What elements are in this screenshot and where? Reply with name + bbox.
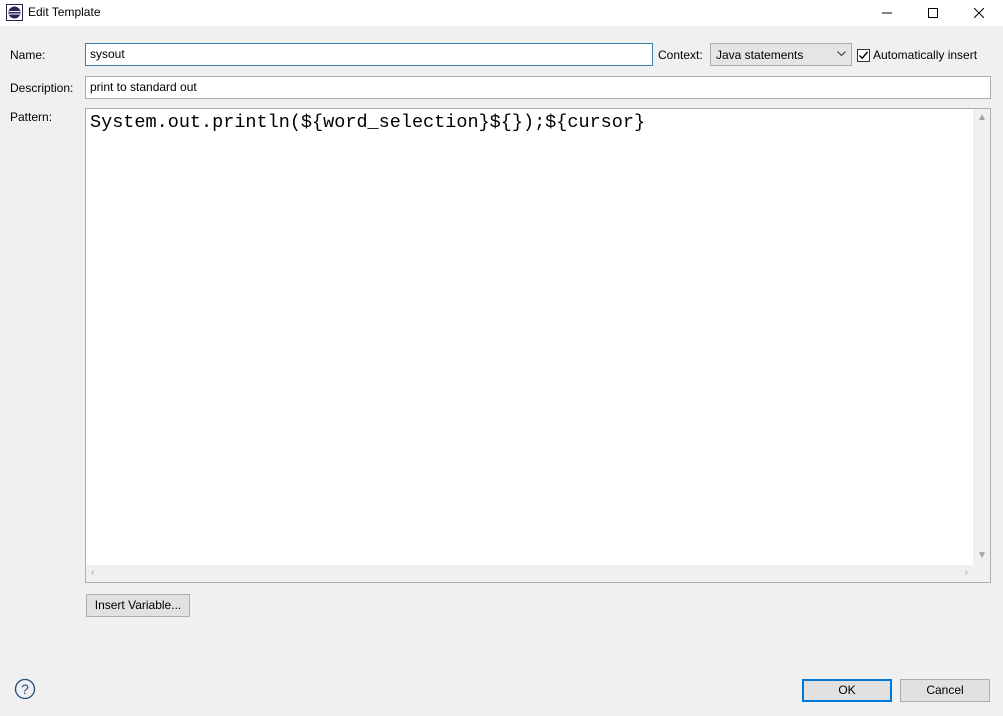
horizontal-scrollbar[interactable]: ‹ › [86,565,973,582]
context-select-value: Java statements [716,48,804,62]
scroll-down-icon[interactable]: ▼ [977,551,987,561]
pattern-editor[interactable]: System.out.println(${word_selection}${})… [85,108,991,583]
close-icon [974,8,984,18]
name-input[interactable]: sysout [85,43,653,66]
context-select[interactable]: Java statements [710,43,852,66]
chevron-down-icon [837,51,846,57]
name-label: Name: [10,48,46,62]
auto-insert-label[interactable]: Automatically insert [873,48,977,62]
minimize-icon [882,12,892,14]
close-button[interactable] [956,0,1002,26]
scroll-up-icon[interactable]: ▲ [977,113,987,123]
context-label: Context: [658,48,703,62]
svg-text:?: ? [21,681,29,697]
ok-button[interactable]: OK [802,679,892,702]
vertical-scrollbar[interactable]: ▲ ▼ [973,109,990,565]
scrollbar-corner [973,565,990,582]
checkmark-icon [859,51,869,60]
help-icon[interactable]: ? [14,678,36,700]
pattern-text[interactable]: System.out.println(${word_selection}${})… [90,112,645,133]
pattern-label: Pattern: [10,110,53,124]
minimize-button[interactable] [864,0,910,26]
description-label: Description: [10,81,74,95]
title-bar: Edit Template [0,0,1003,26]
scroll-right-icon[interactable]: › [965,568,968,578]
cancel-button[interactable]: Cancel [900,679,990,702]
scroll-left-icon[interactable]: ‹ [91,568,94,578]
insert-variable-button[interactable]: Insert Variable... [86,594,190,617]
eclipse-icon [6,4,23,21]
auto-insert-checkbox[interactable] [857,49,870,62]
maximize-button[interactable] [910,0,956,26]
window-title: Edit Template [28,5,101,19]
maximize-icon [928,8,938,18]
description-input[interactable]: print to standard out [85,76,991,99]
